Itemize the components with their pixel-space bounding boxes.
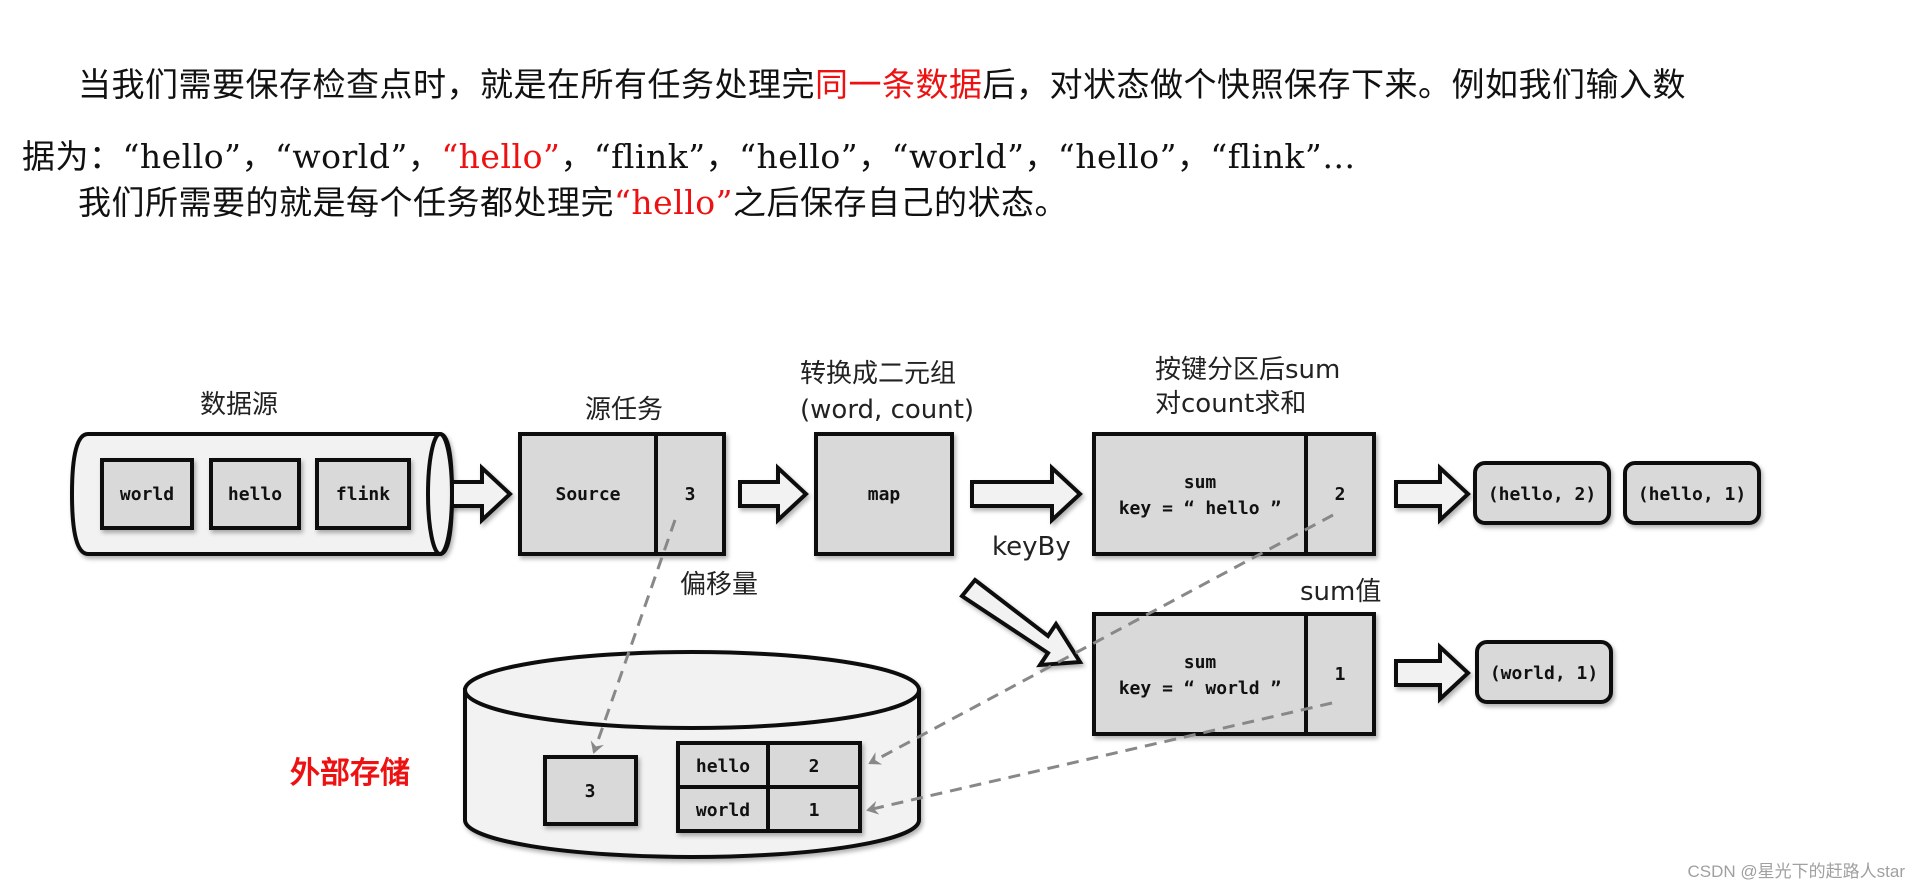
flow-arrow bbox=[738, 463, 809, 525]
output-record-text: (hello, 2) bbox=[1488, 484, 1596, 505]
keyby-label: keyBy bbox=[992, 532, 1071, 562]
source-offset-value: 3 bbox=[685, 484, 696, 505]
data-source-item: world bbox=[100, 458, 194, 530]
sum-label-line2: 对count求和 bbox=[1155, 389, 1306, 419]
storage-offset-value: 3 bbox=[585, 781, 596, 802]
storage-key: world bbox=[696, 800, 750, 821]
storage-value: 2 bbox=[809, 756, 820, 777]
sum-task-hello-value: 2 bbox=[1335, 484, 1346, 505]
sum-task-world bbox=[1092, 612, 1376, 736]
sum-task-world-value: 1 bbox=[1335, 664, 1346, 685]
sum-label-line1: 按键分区后sum bbox=[1155, 355, 1340, 385]
output-record-text: (hello, 1) bbox=[1638, 484, 1746, 505]
flow-arrow bbox=[1394, 463, 1471, 525]
data-source-label: 数据源 bbox=[200, 390, 278, 420]
offset-label: 偏移量 bbox=[680, 570, 758, 600]
data-source-item: hello bbox=[209, 458, 301, 530]
flow-arrow bbox=[970, 463, 1083, 525]
source-task-name: Source bbox=[555, 484, 620, 505]
data-source-item: flink bbox=[315, 458, 411, 530]
checkpoint-diagram: 数据源 world hello flink 源任务 Source 3 转换成二元… bbox=[69, 355, 1761, 859]
sum-task-hello-key: key = “ hello ” bbox=[1119, 498, 1282, 519]
sum-task-hello-name: sum bbox=[1184, 472, 1217, 493]
sum-value-label: sum值 bbox=[1300, 577, 1381, 607]
keyby-arrow bbox=[959, 577, 1084, 668]
svg-text:world: world bbox=[120, 484, 174, 505]
watermark: CSDN @星光下的赶路人star bbox=[1687, 862, 1906, 881]
svg-text:hello: hello bbox=[228, 484, 282, 505]
flow-arrow bbox=[1394, 642, 1471, 704]
map-label-line1: 转换成二元组 bbox=[800, 359, 956, 389]
output-record-text: (world, 1) bbox=[1490, 663, 1598, 684]
storage-key: hello bbox=[696, 756, 750, 777]
svg-text:flink: flink bbox=[336, 484, 390, 505]
sum-task-hello bbox=[1092, 432, 1376, 556]
source-task-label: 源任务 bbox=[585, 395, 663, 425]
flow-arrow bbox=[450, 463, 513, 525]
sum-task-world-key: key = “ world ” bbox=[1119, 678, 1282, 699]
map-label-line2: (word, count) bbox=[800, 395, 974, 425]
map-task-name: map bbox=[868, 484, 901, 505]
external-storage-label: 外部存储 bbox=[290, 756, 410, 791]
sum-task-world-name: sum bbox=[1184, 652, 1217, 673]
storage-value: 1 bbox=[809, 800, 820, 821]
